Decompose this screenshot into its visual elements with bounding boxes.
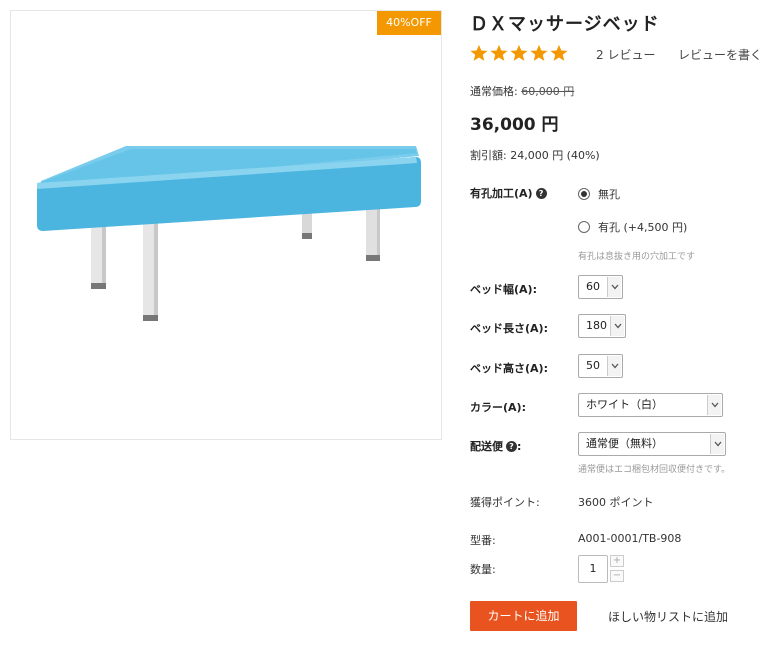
hole-option-none[interactable]: 無孔 — [578, 186, 620, 202]
hole-option-label-text: 有孔加工(A) — [470, 187, 533, 200]
product-title: ＤＸマッサージベッド — [470, 14, 660, 35]
bed-height-value: 50 — [586, 359, 600, 372]
quantity-input[interactable]: 1 — [578, 555, 608, 583]
product-image-frame: 40%OFF — [10, 10, 442, 440]
regular-price-label: 通常価格: — [470, 85, 518, 98]
hole-option-hint: 有孔は息抜き用の穴加工です — [578, 252, 696, 262]
star-icon — [550, 44, 568, 61]
reviews-count-link[interactable]: 2 レビュー — [596, 46, 655, 63]
help-icon[interactable]: ? — [506, 441, 517, 452]
regular-price-value: 60,000 円 — [521, 85, 575, 98]
model-number-label: 型番: — [470, 534, 496, 547]
points-label: 獲得ポイント: — [470, 496, 540, 509]
model-number-value: A001-0001/TB-908 — [578, 532, 682, 545]
shipping-label-colon: : — [517, 440, 522, 453]
rating-stars — [470, 44, 568, 62]
bed-height-label: ベッド高さ(A): — [470, 362, 548, 375]
help-icon[interactable]: ? — [535, 188, 547, 199]
hole-option-with-hole-label: 有孔 (+4,500 円) — [598, 221, 688, 234]
hole-option-label: 有孔加工(A)? — [470, 185, 547, 201]
shipping-select[interactable]: 通常便（無料） — [578, 432, 726, 456]
bed-length-label: ベッド長さ(A): — [470, 322, 548, 335]
sale-price: 36,000 円 — [470, 115, 559, 135]
color-select[interactable]: ホワイト（白） — [578, 393, 723, 417]
quantity-label: 数量: — [470, 563, 496, 576]
bed-width-select[interactable]: 60 — [578, 275, 623, 299]
chevron-down-icon[interactable] — [607, 277, 621, 297]
hole-option-with-hole[interactable]: 有孔 (+4,500 円) — [578, 219, 687, 235]
shipping-hint: 通常便はエコ梱包材回収便付きです。 — [578, 465, 731, 475]
add-to-wishlist-link[interactable]: ほしい物リストに追加 — [608, 608, 728, 625]
write-review-link[interactable]: レビューを書く — [678, 46, 762, 63]
chevron-down-icon[interactable] — [710, 434, 724, 454]
shipping-value: 通常便（無料） — [586, 437, 663, 450]
discount-badge: 40%OFF — [377, 11, 441, 35]
color-value: ホワイト（白） — [586, 398, 663, 411]
chevron-down-icon[interactable] — [607, 356, 621, 376]
chevron-down-icon[interactable] — [707, 395, 721, 415]
star-icon — [470, 44, 488, 61]
shipping-label-text: 配送便 — [470, 440, 503, 453]
bed-height-select[interactable]: 50 — [578, 354, 623, 378]
quantity-decrement-button[interactable]: − — [610, 570, 624, 582]
chevron-down-icon[interactable] — [610, 316, 624, 336]
radio-unchecked-icon[interactable] — [578, 221, 590, 233]
bed-length-select[interactable]: 180 — [578, 314, 626, 338]
quantity-increment-button[interactable]: + — [610, 555, 624, 567]
star-icon — [530, 44, 548, 61]
bed-width-label: ベッド幅(A): — [470, 283, 537, 296]
bed-length-value: 180 — [586, 319, 607, 332]
points-value: 3600 ポイント — [578, 496, 654, 509]
star-icon — [510, 44, 528, 61]
bed-width-value: 60 — [586, 280, 600, 293]
discount-amount: 割引額: 24,000 円 (40%) — [470, 149, 600, 162]
hole-option-none-label: 無孔 — [598, 188, 620, 201]
product-image — [37, 146, 421, 321]
star-icon — [490, 44, 508, 61]
add-to-cart-button[interactable]: カートに追加 — [470, 601, 577, 631]
radio-checked-icon[interactable] — [578, 188, 590, 200]
color-label: カラー(A): — [470, 401, 526, 414]
regular-price: 通常価格: 60,000 円 — [470, 83, 574, 99]
shipping-label: 配送便?: — [470, 438, 521, 454]
